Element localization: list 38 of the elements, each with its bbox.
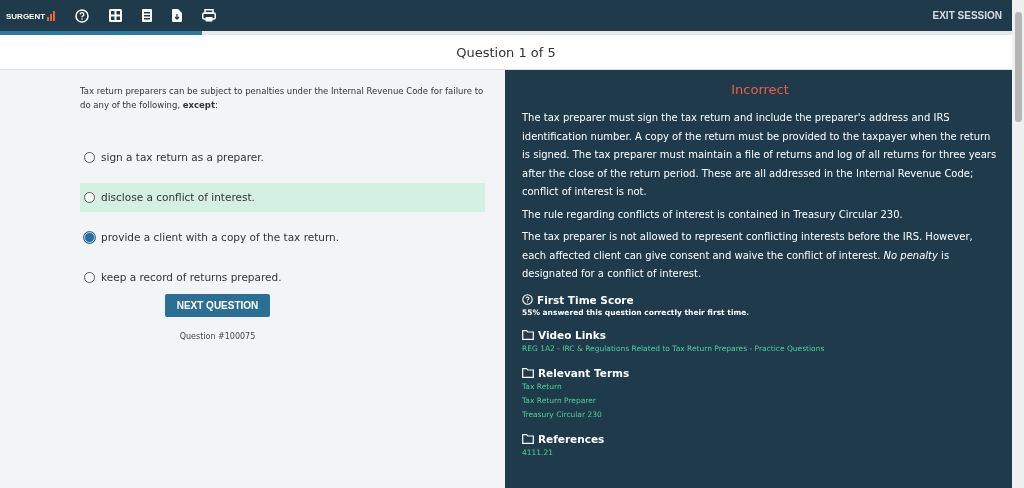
option-label: provide a client with a copy of the tax return. [101,231,340,244]
section-heading: Video Links [538,328,607,341]
folder-icon [522,329,534,340]
explanation-paragraph: The tax preparer is not allowed to represent conflicting interests before the IRS. However, each affected client can give consent and waive the conflict of interest. No penalty is designated for a conflict of interest. [522,230,974,281]
radio-button[interactable] [84,271,95,283]
document-icon[interactable] [142,9,153,22]
bars-icon [47,10,56,21]
print-icon[interactable] [202,9,217,22]
section-heading: Relevant Terms [538,366,630,379]
help-icon[interactable] [75,8,90,23]
answer-option[interactable]: provide a client with a copy of the tax return. [80,222,485,252]
radio-button[interactable] [84,191,95,203]
file-download-icon[interactable] [172,9,183,22]
answer-option[interactable]: disclose a conflict of interest. [80,182,485,212]
option-label: keep a record of returns prepared. [101,271,282,284]
help-icon [522,294,533,305]
question-counter: Question 1 of 5 [456,44,556,60]
scrollbar[interactable] [1012,0,1024,488]
scrollbar-thumb[interactable] [1014,12,1022,122]
logo-text: SURGENT [6,11,46,21]
radio-button[interactable] [84,151,95,163]
answer-option[interactable]: sign a tax return as a preparer. [80,142,485,172]
question-id: Question #100075 [178,331,257,341]
calculator-icon[interactable] [109,9,123,22]
section-heading: First Time Score [537,293,634,306]
folder-icon [522,434,534,444]
section-heading: References [538,433,605,445]
answer-option[interactable]: keep a record of returns prepared. [80,262,485,292]
folder-icon [522,367,534,378]
logo[interactable]: SURGENT [6,10,56,21]
exit-session-button[interactable]: EXIT SESSION [932,10,1002,21]
explanation-paragraph: The rule regarding conflicts of interest is contained in Treasury Circular 230. [522,207,904,222]
question-text: Tax return preparers can be subject to penalties under the Internal Revenue Code for failure to do any of the following, except: [80,85,485,113]
option-label: sign a tax return as a preparer. [101,151,264,164]
next-question-button[interactable]: NEXT QUESTION [164,293,271,317]
explanation-paragraph: The tax preparer must sign the tax return and include the preparer's address and IRS identification number. A copy of the return must be provided to the taxpayer when the return is signed. The tax preparer must maintain a file of returns and log of all returns for three years after the close of the return period. These are all addressed in the Internal Revenue Code; conflict of interest is not. [522,111,998,199]
result-heading: Incorrect [730,82,790,97]
option-label: disclose a conflict of interest. [101,191,255,204]
